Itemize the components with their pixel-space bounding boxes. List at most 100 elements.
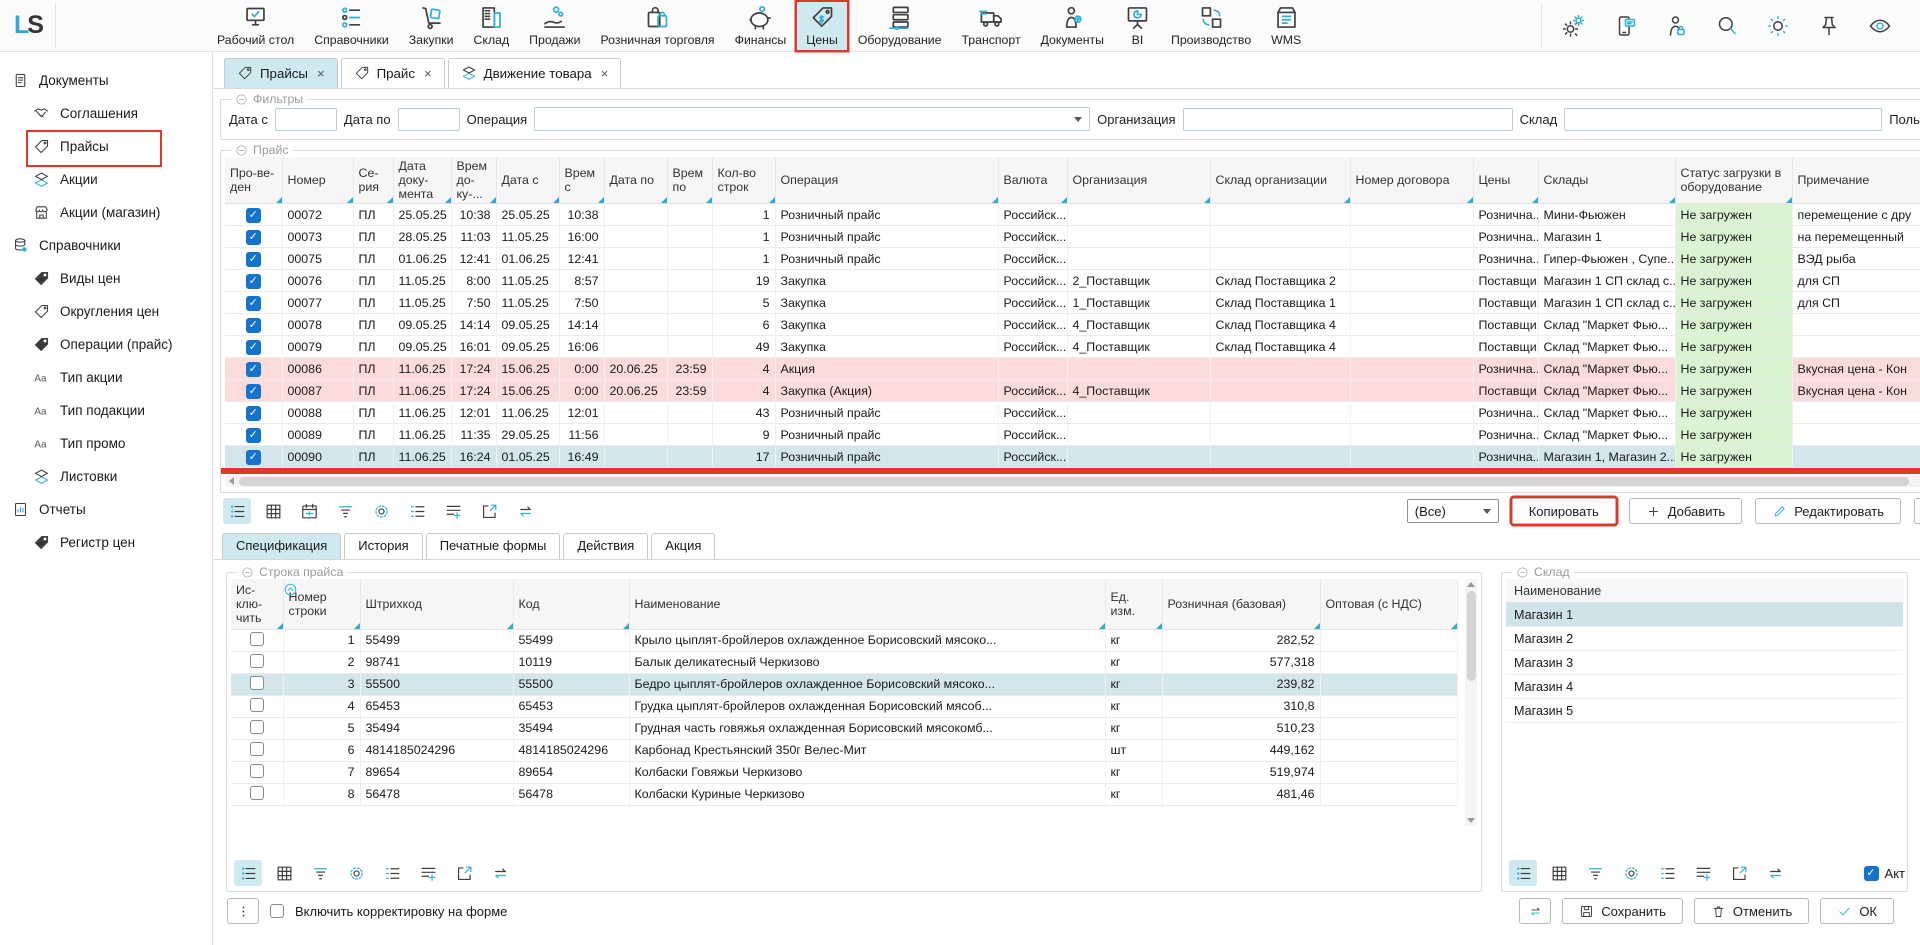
spec-legend[interactable]: Строка прайса [237, 565, 347, 579]
tab-actions[interactable]: Действия [563, 533, 648, 559]
spec-row[interactable]: 78965489654Колбаски Говяжьи Черкизовокг5… [231, 761, 1457, 783]
tab-print-forms[interactable]: Печатные формы [426, 533, 561, 559]
ok-button[interactable]: ОК [1820, 898, 1894, 924]
price-col-note[interactable]: Примечание [1792, 157, 1920, 204]
price-col-contract-number[interactable]: Номер договора [1350, 157, 1473, 204]
horizontal-scrollbar[interactable] [225, 475, 1920, 487]
row-checkbox[interactable]: ✓ [246, 230, 261, 245]
numbered-list-button[interactable] [378, 860, 406, 886]
menu-item-finance[interactable]: Финансы [726, 2, 796, 50]
sidebar-item-price-types[interactable]: Виды цен [0, 262, 212, 295]
save-button[interactable]: Сохранить [1562, 898, 1683, 924]
row-checkbox[interactable] [250, 676, 264, 690]
price-col-organization[interactable]: Организация [1067, 157, 1210, 204]
spec-row[interactable]: 648141850242964814185024296Карбонад Крес… [231, 739, 1457, 761]
warehouse-input[interactable] [1564, 108, 1882, 131]
sidebar-item-agreements[interactable]: Соглашения [0, 97, 212, 130]
price-col-org-warehouse[interactable]: Склад организации [1210, 157, 1350, 204]
sidebar-item-promo-type[interactable]: AaТип акции [0, 361, 212, 394]
spec-row[interactable]: 15549955499Крыло цыплят-бройлеров охлажд… [231, 629, 1457, 651]
row-checkbox[interactable] [250, 632, 264, 646]
grid-view-button[interactable] [259, 498, 287, 524]
price-col-time-from[interactable]: Врем с [559, 157, 604, 204]
price-row[interactable]: ✓00089ПЛ11.06.2511:3529.05.2511:569Розни… [225, 424, 1920, 446]
spec-col-exclude[interactable]: Ис-клю-чить [231, 579, 283, 629]
row-checkbox[interactable] [250, 764, 264, 778]
brightness-button[interactable] [1766, 14, 1790, 38]
refresh-button[interactable] [1761, 860, 1789, 886]
sidebar-item-promos-store[interactable]: Акции (магазин) [0, 196, 212, 229]
close-tab-icon[interactable]: × [317, 66, 325, 81]
user-security-button[interactable] [1664, 14, 1688, 38]
grid-view-button[interactable] [1545, 860, 1573, 886]
price-col-date-to[interactable]: Дата по [604, 157, 667, 204]
spec-col-retail-price[interactable]: Розничная (базовая) [1162, 579, 1320, 629]
warehouse-row[interactable]: Магазин 4 [1506, 675, 1903, 699]
visibility-button[interactable] [1868, 14, 1892, 38]
warehouse-legend[interactable]: Склад [1512, 565, 1574, 579]
settings-button[interactable] [1617, 860, 1645, 886]
edit-button[interactable]: Редактировать [1755, 498, 1901, 524]
open-window-button[interactable] [1725, 860, 1753, 886]
add-list-button[interactable] [1689, 860, 1717, 886]
numbered-list-button[interactable] [1653, 860, 1681, 886]
vertical-scrollbar[interactable] [1465, 579, 1477, 826]
more-menu-button[interactable] [227, 898, 259, 924]
sidebar-item-promos[interactable]: Акции [0, 163, 212, 196]
scroll-left-icon[interactable] [229, 477, 234, 485]
price-col-doc-date[interactable]: Дата доку-мента [393, 157, 451, 204]
close-tab-icon[interactable]: × [601, 66, 609, 81]
menu-item-desktop[interactable]: Рабочий стол [208, 2, 303, 50]
filter-all-select[interactable]: (Все) [1407, 499, 1499, 523]
date-to-input[interactable] [398, 108, 460, 131]
device-messages-button[interactable] [1613, 14, 1637, 38]
settings-button[interactable] [342, 860, 370, 886]
price-row[interactable]: ✓00079ПЛ09.05.2516:0109.05.2516:0649Заку… [225, 336, 1920, 358]
spec-col-name[interactable]: Наименование [629, 579, 1105, 629]
price-col-posted[interactable]: Про-ве-ден [225, 157, 282, 204]
menu-item-retail[interactable]: Розничная торговля [592, 2, 724, 50]
price-col-operation[interactable]: Операция [775, 157, 998, 204]
cancel-button[interactable]: Отменить [1694, 898, 1809, 924]
scroll-down-icon[interactable] [1467, 818, 1475, 823]
tab-price-list[interactable]: Прайс× [341, 58, 445, 88]
list-view-button[interactable] [223, 498, 251, 524]
grid-view-button[interactable] [270, 860, 298, 886]
row-checkbox[interactable] [250, 786, 264, 800]
price-row[interactable]: ✓00078ПЛ09.05.2514:1409.05.2514:146Закуп… [225, 314, 1920, 336]
warehouse-row[interactable]: Магазин 3 [1506, 651, 1903, 675]
tab-goods-movement[interactable]: Движение товара× [448, 58, 622, 88]
open-window-button[interactable] [450, 860, 478, 886]
filters-legend[interactable]: Фильтры [231, 92, 307, 106]
refresh-button[interactable] [511, 498, 539, 524]
add-list-button[interactable] [439, 498, 467, 524]
menu-item-sales[interactable]: Продажи [520, 2, 589, 50]
warehouse-row[interactable]: Магазин 2 [1506, 627, 1903, 651]
tab-history[interactable]: История [344, 533, 422, 559]
spec-row[interactable]: 53549435494Грудная часть говяжья охлажде… [231, 717, 1457, 739]
operation-select[interactable] [534, 107, 1090, 131]
sidebar-item-price-operations[interactable]: Операции (прайс) [0, 328, 212, 361]
price-col-warehouses[interactable]: Склады [1538, 157, 1675, 204]
price-col-series[interactable]: Се-рия [353, 157, 393, 204]
menu-item-documents[interactable]: Документы [1032, 2, 1113, 50]
akt-checkbox[interactable]: ✓ [1864, 866, 1879, 881]
filter-button[interactable] [1581, 860, 1609, 886]
spec-col-barcode[interactable]: Штрихкод [360, 579, 513, 629]
warehouse-row[interactable]: Магазин 1 [1506, 603, 1903, 627]
list-view-button[interactable] [1509, 860, 1537, 886]
price-col-number[interactable]: Номер [282, 157, 353, 204]
sidebar-item-leaflets[interactable]: Листовки [0, 460, 212, 493]
open-window-button[interactable] [475, 498, 503, 524]
refresh-button[interactable] [1519, 898, 1551, 924]
price-row[interactable]: ✓00076ПЛ11.05.258:0011.05.258:5719Закупк… [225, 270, 1920, 292]
menu-item-directories[interactable]: Справочники [305, 2, 398, 50]
filter-button[interactable] [331, 498, 359, 524]
spec-row[interactable]: 46545365453Грудка цыплят-бройлеров охлаж… [231, 695, 1457, 717]
add-list-button[interactable] [414, 860, 442, 886]
row-checkbox[interactable]: ✓ [246, 252, 261, 267]
row-checkbox[interactable]: ✓ [246, 362, 261, 377]
price-row[interactable]: ✓00077ПЛ11.05.257:5011.05.257:505Закупка… [225, 292, 1920, 314]
spec-col-wholesale-price[interactable]: Оптовая (с НДС) [1320, 579, 1457, 629]
row-checkbox[interactable]: ✓ [246, 340, 261, 355]
